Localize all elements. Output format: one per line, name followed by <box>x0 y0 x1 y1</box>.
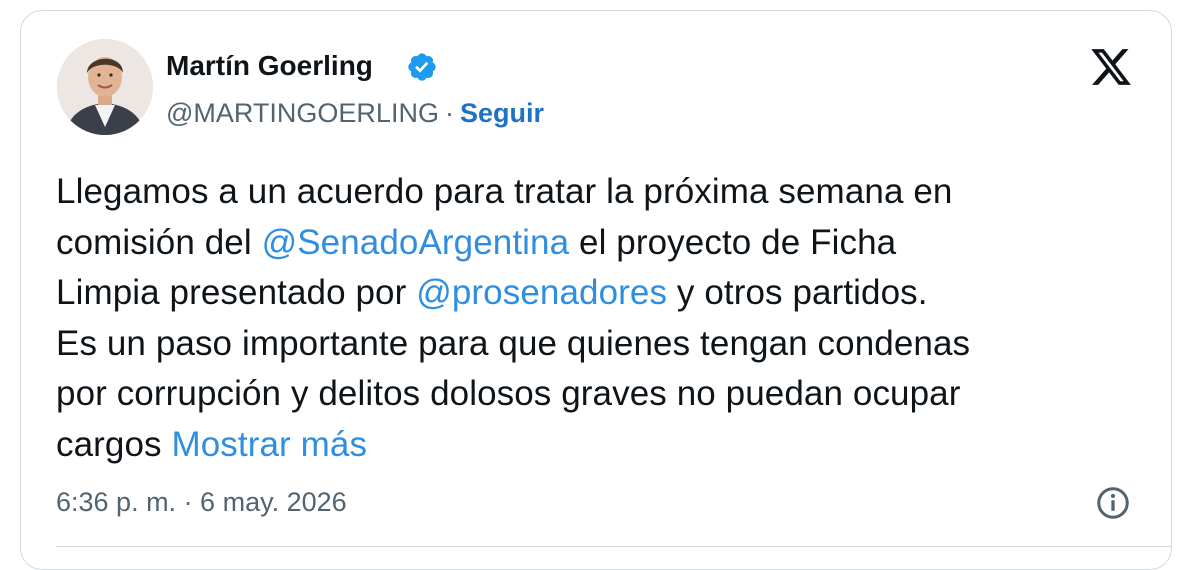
mention-prosenadores[interactable]: @prosenadores <box>416 273 667 312</box>
info-icon[interactable] <box>1095 485 1131 521</box>
tweet-text-segment: y otros partidos. <box>667 273 928 312</box>
tweet-text-segment: el proyecto de Ficha <box>569 222 897 262</box>
card-divider <box>56 546 1171 547</box>
author-handle[interactable]: @MARTINGOERLING <box>166 98 439 128</box>
tweet-line-6: cargos Mostrar más <box>56 420 1151 471</box>
x-logo-icon[interactable] <box>1087 45 1135 89</box>
tweet-card[interactable]: Martín Goerling @MARTINGOERLING · Seguir L… <box>20 10 1172 570</box>
author-display-name[interactable]: Martín Goerling <box>166 47 373 85</box>
tweet-text-segment: comisión del <box>56 222 262 262</box>
tweet-timestamp[interactable]: 6:36 p. m. · 6 may. 2026 <box>56 482 347 522</box>
mention-senado-argentina[interactable]: @SenadoArgentina <box>262 223 570 262</box>
tweet-text-segment: cargos <box>56 424 172 464</box>
tweet-text-segment: Limpia presentado por <box>56 273 417 312</box>
tweet-line-2: comisión del @SenadoArgentina el proyect… <box>56 218 1151 269</box>
avatar-image <box>57 39 153 135</box>
follow-button[interactable]: Seguir <box>460 98 544 128</box>
show-more-link[interactable]: Mostrar más <box>171 425 367 464</box>
tweet-line-3: Limpia presentado por @prosenadores y ot… <box>56 268 1151 319</box>
handle-separator: · <box>444 98 454 128</box>
tweet-line-5: por corrupción y delitos dolosos graves … <box>56 374 961 413</box>
tweet-line-4: Es un paso importante para que quienes t… <box>56 323 971 363</box>
avatar[interactable] <box>57 39 153 135</box>
author-handle-row: @MARTINGOERLING · Seguir <box>166 94 544 132</box>
verified-badge-icon <box>408 53 436 81</box>
tweet-line-1: Llegamos a un acuerdo para tratar la pró… <box>56 172 953 211</box>
tweet-text: Llegamos a un acuerdo para tratar la pró… <box>56 167 1151 470</box>
